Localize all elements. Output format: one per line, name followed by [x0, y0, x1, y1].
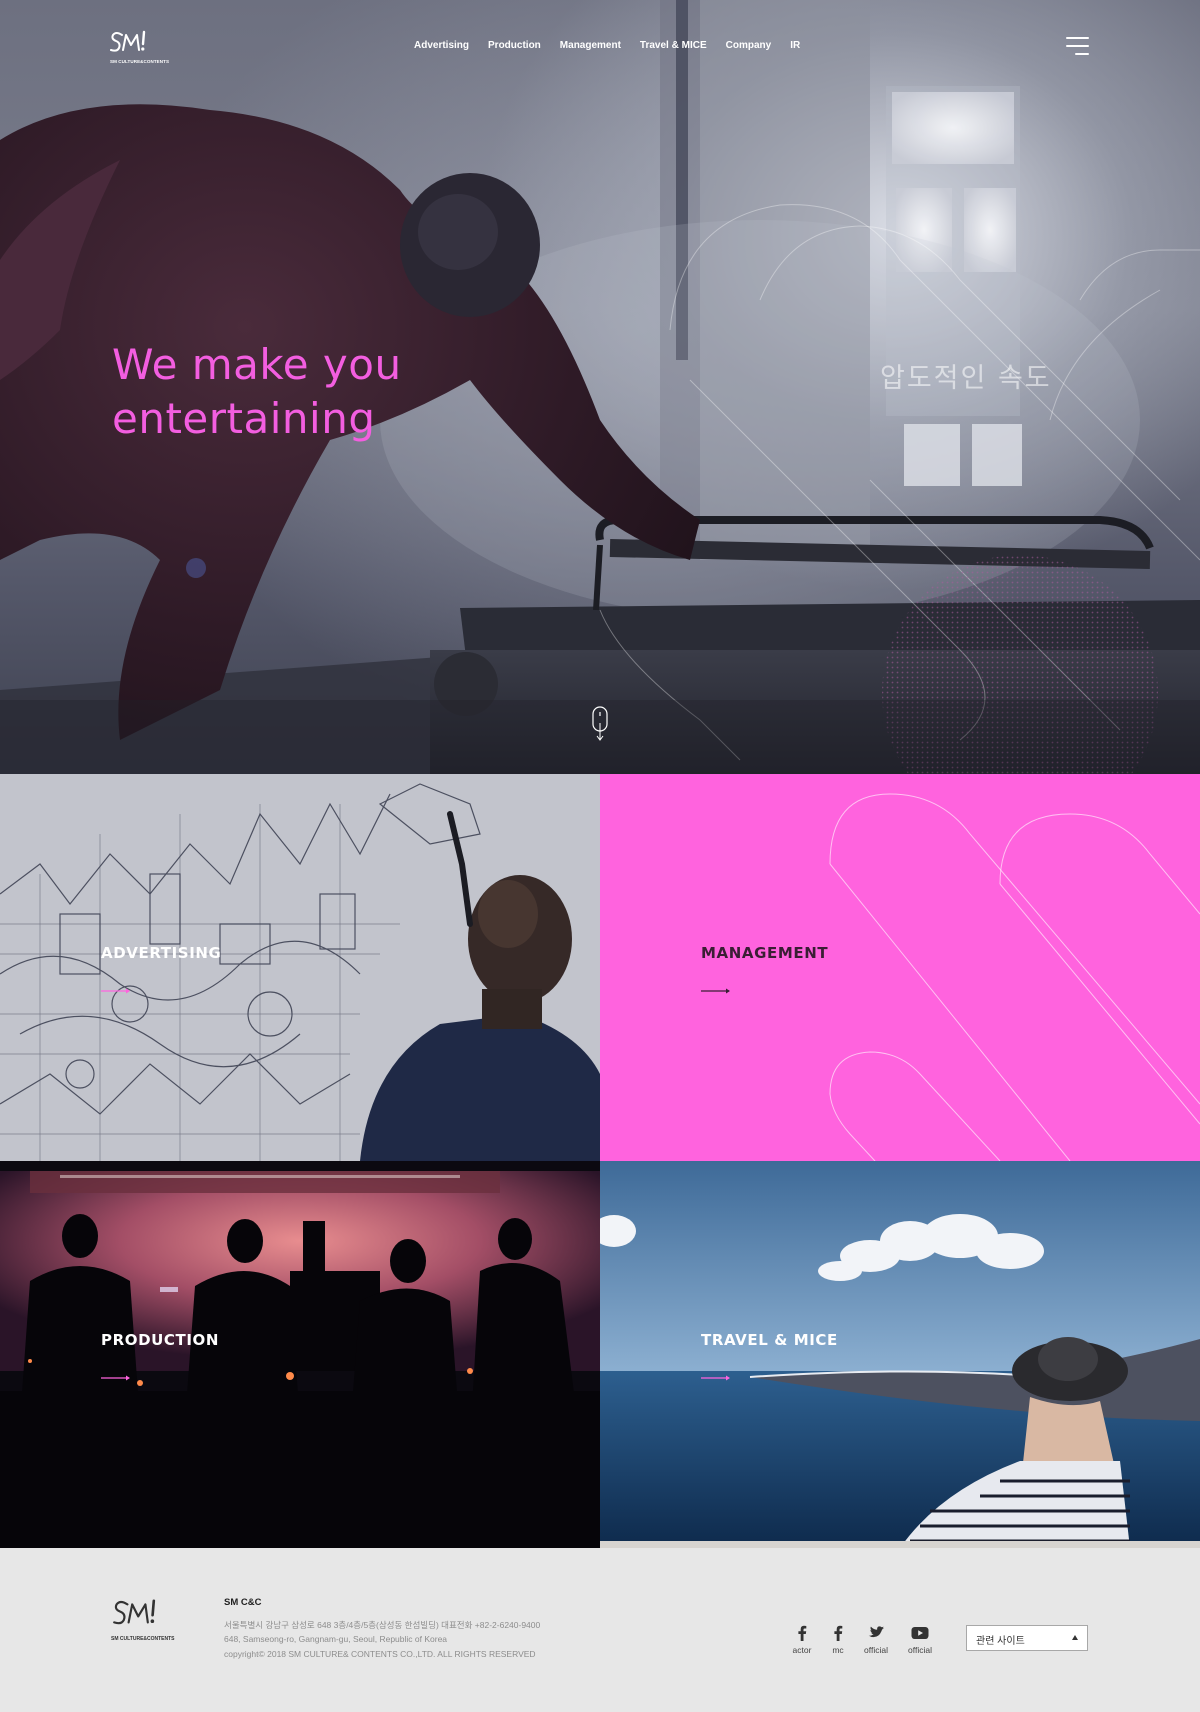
production-photo: [0, 1161, 600, 1548]
nav-item-management[interactable]: Management: [560, 40, 621, 51]
tile-label-advertising: ADVERTISING: [101, 944, 222, 962]
nav-item-advertising[interactable]: Advertising: [414, 40, 469, 51]
footer-address-ko: 서울특별시 강남구 삼성로 648 3층/4층/5층(삼성동 한섬빌딩) 대표전…: [224, 1620, 541, 1630]
arrow-right-icon: [101, 1375, 130, 1381]
hero-title-line-1: We make you: [112, 340, 402, 389]
site-footer: SM CULTURE&CONTENTS SM C&C 서울특별시 강남구 삼성로…: [0, 1549, 1200, 1712]
nav-item-production[interactable]: Production: [488, 40, 541, 51]
arrow-right-icon: [701, 988, 730, 994]
hero-title: We make you entertaining: [112, 338, 402, 446]
mouse-scroll-icon[interactable]: [591, 706, 609, 742]
footer-company-name: SM C&C: [224, 1597, 262, 1608]
facebook-icon: [834, 1625, 843, 1641]
arrow-right-icon: [101, 988, 130, 994]
footer-sm-logo[interactable]: SM CULTURE&CONTENTS: [111, 1596, 175, 1648]
main-menu: Advertising Production Management Travel…: [414, 40, 819, 51]
footer-logo-text: SM CULTURE&CONTENTS: [111, 1636, 175, 1642]
tile-advertising[interactable]: ADVERTISING: [0, 774, 600, 1161]
social-label: official: [864, 1645, 888, 1655]
advertising-illustration: [0, 774, 600, 1161]
social-facebook-actor[interactable]: actor: [784, 1625, 820, 1655]
hero-section: SM CULTURE&CONTENTS Advertising Producti…: [0, 0, 1200, 774]
nav-item-travel-mice[interactable]: Travel & MICE: [640, 40, 707, 51]
social-youtube-official[interactable]: official: [902, 1625, 938, 1655]
video-caption: 압도적인 속도: [880, 363, 1052, 394]
nav-item-ir[interactable]: IR: [790, 40, 800, 51]
hero-title-line-2: entertaining: [112, 394, 376, 443]
social-label: official: [908, 1645, 932, 1655]
tile-label-travel-mice: TRAVEL & MICE: [701, 1331, 838, 1349]
nav-item-company[interactable]: Company: [726, 40, 772, 51]
youtube-icon: [911, 1627, 929, 1639]
twitter-icon: [868, 1626, 884, 1638]
arrow-right-icon: [701, 1375, 730, 1381]
hamburger-icon[interactable]: [1066, 37, 1089, 57]
travel-photo: [600, 1161, 1200, 1548]
social-label: mc: [832, 1645, 844, 1655]
sm-logo[interactable]: SM CULTURE&CONTENTS: [110, 28, 169, 68]
tile-label-management: MANAGEMENT: [701, 944, 829, 962]
tile-management[interactable]: MANAGEMENT: [600, 774, 1200, 1161]
social-facebook-mc[interactable]: mc: [820, 1625, 856, 1655]
related-sites-select[interactable]: 관련 사이트: [966, 1625, 1088, 1651]
social-twitter-official[interactable]: official: [858, 1625, 894, 1655]
top-navigation: SM CULTURE&CONTENTS Advertising Producti…: [0, 0, 1200, 96]
tile-production[interactable]: PRODUCTION: [0, 1161, 600, 1548]
social-label: actor: [792, 1645, 812, 1655]
facebook-icon: [798, 1625, 807, 1641]
footer-address-en: 648, Samseong-ro, Gangnam-gu, Seoul, Rep…: [224, 1634, 448, 1644]
management-pattern: [829, 793, 1200, 1161]
related-sites-label: 관련 사이트: [976, 1636, 1025, 1647]
tile-label-production: PRODUCTION: [101, 1331, 220, 1349]
sm-logo-mark: [110, 30, 146, 52]
sm-logo-mark: [113, 1599, 156, 1625]
caret-up-icon: [1072, 1635, 1078, 1640]
tile-travel-mice[interactable]: TRAVEL & MICE: [600, 1161, 1200, 1548]
logo-text: SM CULTURE&CONTENTS: [110, 59, 170, 64]
footer-copyright: copyright© 2018 SM CULTURE& CONTENTS CO.…: [224, 1649, 536, 1659]
